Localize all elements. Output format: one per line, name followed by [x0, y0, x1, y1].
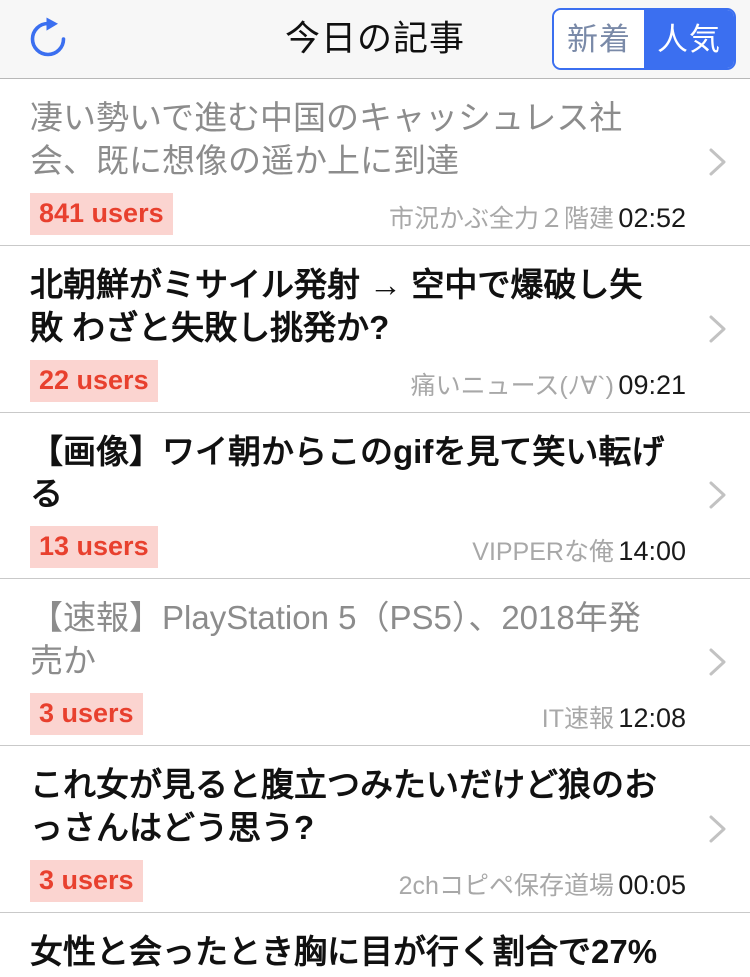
- article-title: 北朝鮮がミサイル発射 → 空中で爆破し失敗 わざと失敗し挑発か?: [30, 265, 643, 346]
- app-header: 今日の記事 新着 人気: [0, 0, 750, 79]
- chevron-right-icon: [700, 812, 734, 846]
- users-badge: 22 users: [30, 359, 158, 402]
- article-time: 00:05: [618, 869, 686, 900]
- article-time: 02:52: [618, 202, 686, 233]
- list-item[interactable]: 【速報】PlayStation 5（PS5）、2018年発売か 3 users …: [0, 579, 750, 747]
- list-item[interactable]: 凄い勢いで進む中国のキャッシュレス社会、既に想像の遥か上に到達 841 user…: [0, 79, 750, 246]
- article-source: IT速報: [541, 705, 614, 734]
- list-item[interactable]: 【画像】ワイ朝からこのgifを見て笑い転げる 13 users VIPPERな俺…: [0, 412, 750, 580]
- chevron-right-icon: [700, 478, 734, 512]
- article-source: 市況かぶ全力２階建: [388, 204, 614, 233]
- users-badge: 3 users: [30, 693, 143, 736]
- article-footer: 13 users VIPPERな俺 14:00: [30, 522, 690, 569]
- users-badge: 841 users: [30, 192, 173, 235]
- article-time: 09:21: [618, 369, 686, 400]
- list-item[interactable]: 北朝鮮がミサイル発射 → 空中で爆破し失敗 わざと失敗し挑発か? 22 user…: [0, 245, 750, 413]
- refresh-icon: [25, 16, 71, 62]
- article-title: 【画像】ワイ朝からこのgifを見て笑い転げる: [30, 432, 665, 513]
- article-title: 女性と会ったとき胸に目が行く割合で27%ってウソだろー: [30, 932, 658, 977]
- article-footer: 22 users 痛いニュース(ﾉ∀`) 09:21: [30, 356, 690, 402]
- list-item[interactable]: これ女が見ると腹立つみたいだけど狼のおっさんはどう思う? 3 users 2ch…: [0, 746, 750, 913]
- segment-popular[interactable]: 人気: [644, 10, 734, 68]
- users-badge: 3 users: [30, 859, 143, 902]
- feed-filter-segmented-control[interactable]: 新着 人気: [552, 8, 736, 70]
- article-source: 2chコピペ保存道場: [398, 871, 614, 900]
- app-root: 今日の記事 新着 人気 凄い勢いで進む中国のキャッシュレス社会、既に想像の遥か上…: [0, 0, 750, 977]
- article-footer: 3 users 2chコピペ保存道場 00:05: [30, 856, 690, 902]
- article-time: 14:00: [618, 536, 686, 567]
- article-meta: 痛いニュース(ﾉ∀`) 09:21: [411, 370, 690, 401]
- article-title: 凄い勢いで進む中国のキャッシュレス社会、既に想像の遥か上に到達: [30, 99, 623, 179]
- article-list: 凄い勢いで進む中国のキャッシュレス社会、既に想像の遥か上に到達 841 user…: [0, 79, 750, 977]
- article-source: VIPPERな俺: [472, 538, 614, 567]
- article-meta: 市況かぶ全力２階建 02:52: [389, 203, 690, 234]
- article-title: 【速報】PlayStation 5（PS5）、2018年発売か: [30, 599, 641, 680]
- article-meta: IT速報 12:08: [542, 703, 690, 734]
- chevron-right-icon: [700, 145, 734, 179]
- segment-new[interactable]: 新着: [554, 10, 644, 68]
- article-meta: 2chコピペ保存道場 00:05: [399, 870, 690, 901]
- chevron-right-icon: [700, 645, 734, 679]
- article-footer: 3 users IT速報 12:08: [30, 689, 690, 736]
- article-meta: VIPPERな俺 14:00: [472, 536, 690, 567]
- refresh-button[interactable]: [22, 13, 74, 65]
- chevron-right-icon: [700, 312, 734, 346]
- article-source: 痛いニュース(ﾉ∀`): [410, 371, 614, 400]
- list-item[interactable]: 女性と会ったとき胸に目が行く割合で27%ってウソだろー 2 users 2chコ…: [0, 912, 750, 977]
- users-badge: 13 users: [30, 526, 158, 569]
- article-title: これ女が見ると腹立つみたいだけど狼のおっさんはどう思う?: [30, 766, 657, 847]
- article-time: 12:08: [618, 703, 686, 734]
- article-footer: 841 users 市況かぶ全力２階建 02:52: [30, 189, 690, 235]
